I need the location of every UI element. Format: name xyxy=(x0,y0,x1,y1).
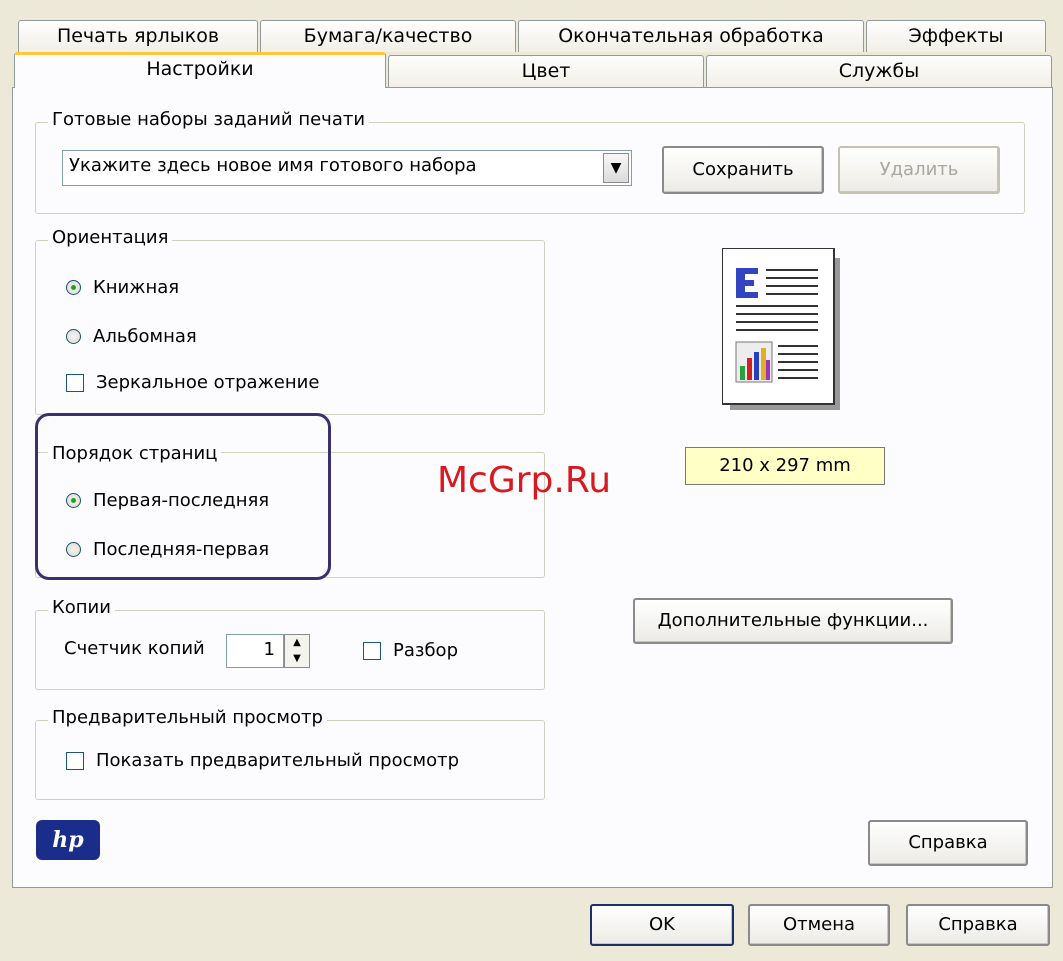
advanced-features-button[interactable]: Дополнительные функции... xyxy=(633,598,953,644)
collate-label: Разбор xyxy=(393,640,458,661)
preset-name-value: Укажите здесь новое имя готового набора xyxy=(69,155,477,176)
landscape-radio[interactable]: Альбомная xyxy=(66,326,197,347)
radio-unselected-icon xyxy=(66,329,81,344)
preview-title: Предварительный просмотр xyxy=(48,707,327,728)
checkbox-icon xyxy=(363,641,381,660)
tab-color[interactable]: Цвет xyxy=(388,55,704,87)
mirror-checkbox[interactable]: Зеркальное отражение xyxy=(66,372,319,393)
copies-counter-label: Счетчик копий xyxy=(64,638,205,659)
help-button[interactable]: Справка xyxy=(868,820,1028,866)
copies-title: Копии xyxy=(48,597,115,618)
copies-count-input[interactable]: 1 xyxy=(226,634,284,668)
spin-up-icon[interactable]: ▲ xyxy=(285,635,309,651)
presets-title: Готовые наборы заданий печати xyxy=(48,109,370,130)
chevron-down-icon[interactable]: ▼ xyxy=(603,153,629,183)
hp-logo: hp xyxy=(36,820,100,860)
tab-effects[interactable]: Эффекты xyxy=(866,20,1046,52)
save-preset-button[interactable]: Сохранить xyxy=(662,146,824,194)
collate-checkbox[interactable]: Разбор xyxy=(363,640,458,661)
page-size-label: 210 x 297 mm xyxy=(685,447,885,485)
copies-count-value: 1 xyxy=(263,639,275,660)
spin-down-icon[interactable]: ▼ xyxy=(285,651,309,667)
cancel-button[interactable]: Отмена xyxy=(748,904,890,946)
tab-settings[interactable]: Настройки xyxy=(14,52,386,88)
dialog-help-button[interactable]: Справка xyxy=(906,904,1050,946)
delete-preset-button[interactable]: Удалить xyxy=(838,146,1000,194)
page-preview-image xyxy=(721,247,840,410)
checkbox-icon xyxy=(66,751,84,770)
show-preview-label: Показать предварительный просмотр xyxy=(96,750,460,771)
orientation-title: Ориентация xyxy=(48,227,173,248)
portrait-radio[interactable]: Книжная xyxy=(66,277,179,298)
watermark: McGrp.Ru xyxy=(437,460,612,501)
tab-finishing[interactable]: Окончательная обработка xyxy=(518,20,864,52)
page-order-highlight xyxy=(35,413,331,580)
radio-selected-icon xyxy=(66,280,81,295)
portrait-label: Книжная xyxy=(93,277,180,298)
mirror-label: Зеркальное отражение xyxy=(96,372,320,393)
preset-name-combobox[interactable]: Укажите здесь новое имя готового набора xyxy=(62,150,632,186)
ok-button[interactable]: OK xyxy=(590,904,734,946)
hp-logo-text: hp xyxy=(52,827,84,853)
checkbox-icon xyxy=(66,373,84,392)
show-preview-checkbox[interactable]: Показать предварительный просмотр xyxy=(66,750,459,771)
tab-label-printing[interactable]: Печать ярлыков xyxy=(18,20,258,52)
tab-paper-quality[interactable]: Бумага/качество xyxy=(260,20,516,52)
tab-services[interactable]: Службы xyxy=(706,55,1052,87)
landscape-label: Альбомная xyxy=(93,326,197,347)
copies-spinner[interactable]: ▲ ▼ xyxy=(284,634,310,668)
